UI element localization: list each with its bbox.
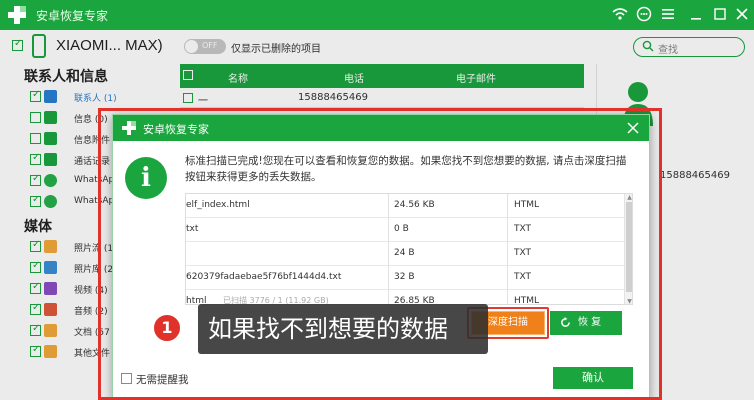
app-logo-icon — [8, 6, 26, 24]
close-icon[interactable] — [734, 6, 750, 22]
feedback-icon[interactable] — [636, 6, 652, 22]
minimize-icon[interactable] — [688, 6, 704, 22]
wifi-icon[interactable] — [612, 6, 628, 22]
app-title: 安卓恢复专家 — [36, 9, 109, 23]
menu-icon[interactable] — [660, 6, 676, 22]
highlight-frame — [98, 108, 662, 400]
tutorial-callout: 如果找不到想要的数据 — [198, 304, 488, 354]
step-number-badge: 1 — [152, 313, 182, 343]
maximize-icon[interactable] — [712, 6, 728, 22]
title-bar: 安卓恢复专家 — [0, 0, 754, 30]
